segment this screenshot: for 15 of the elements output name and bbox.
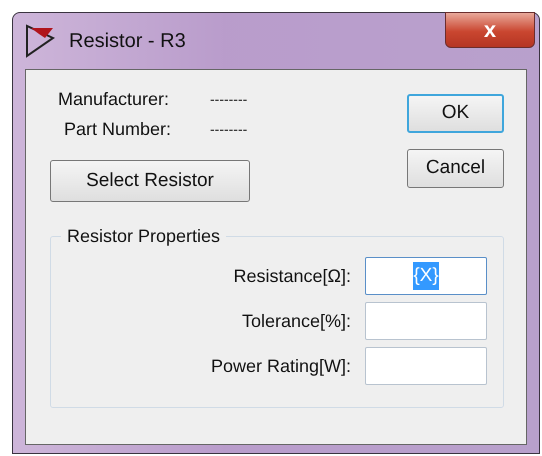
field-label: Tolerance[%]: bbox=[242, 310, 351, 333]
app-icon bbox=[25, 24, 57, 58]
field-value: -------- bbox=[210, 120, 248, 139]
input-field[interactable] bbox=[365, 302, 487, 340]
dialog-button[interactable]: OK bbox=[407, 94, 504, 133]
select-resistor-button[interactable]: Select Resistor bbox=[50, 160, 250, 202]
close-button[interactable]: x bbox=[445, 12, 535, 48]
field-label: Power Rating[W]: bbox=[210, 354, 351, 378]
field-label: Part Number: bbox=[63, 118, 172, 141]
dialog-button[interactable]: Cancel bbox=[407, 149, 504, 188]
window-title: Resistor - R3 bbox=[69, 29, 186, 54]
input-field[interactable] bbox=[365, 347, 487, 385]
field-label: Manufacturer: bbox=[57, 88, 170, 111]
field-value: -------- bbox=[210, 90, 248, 109]
field-label: Resistance[Ω]: bbox=[233, 264, 351, 288]
